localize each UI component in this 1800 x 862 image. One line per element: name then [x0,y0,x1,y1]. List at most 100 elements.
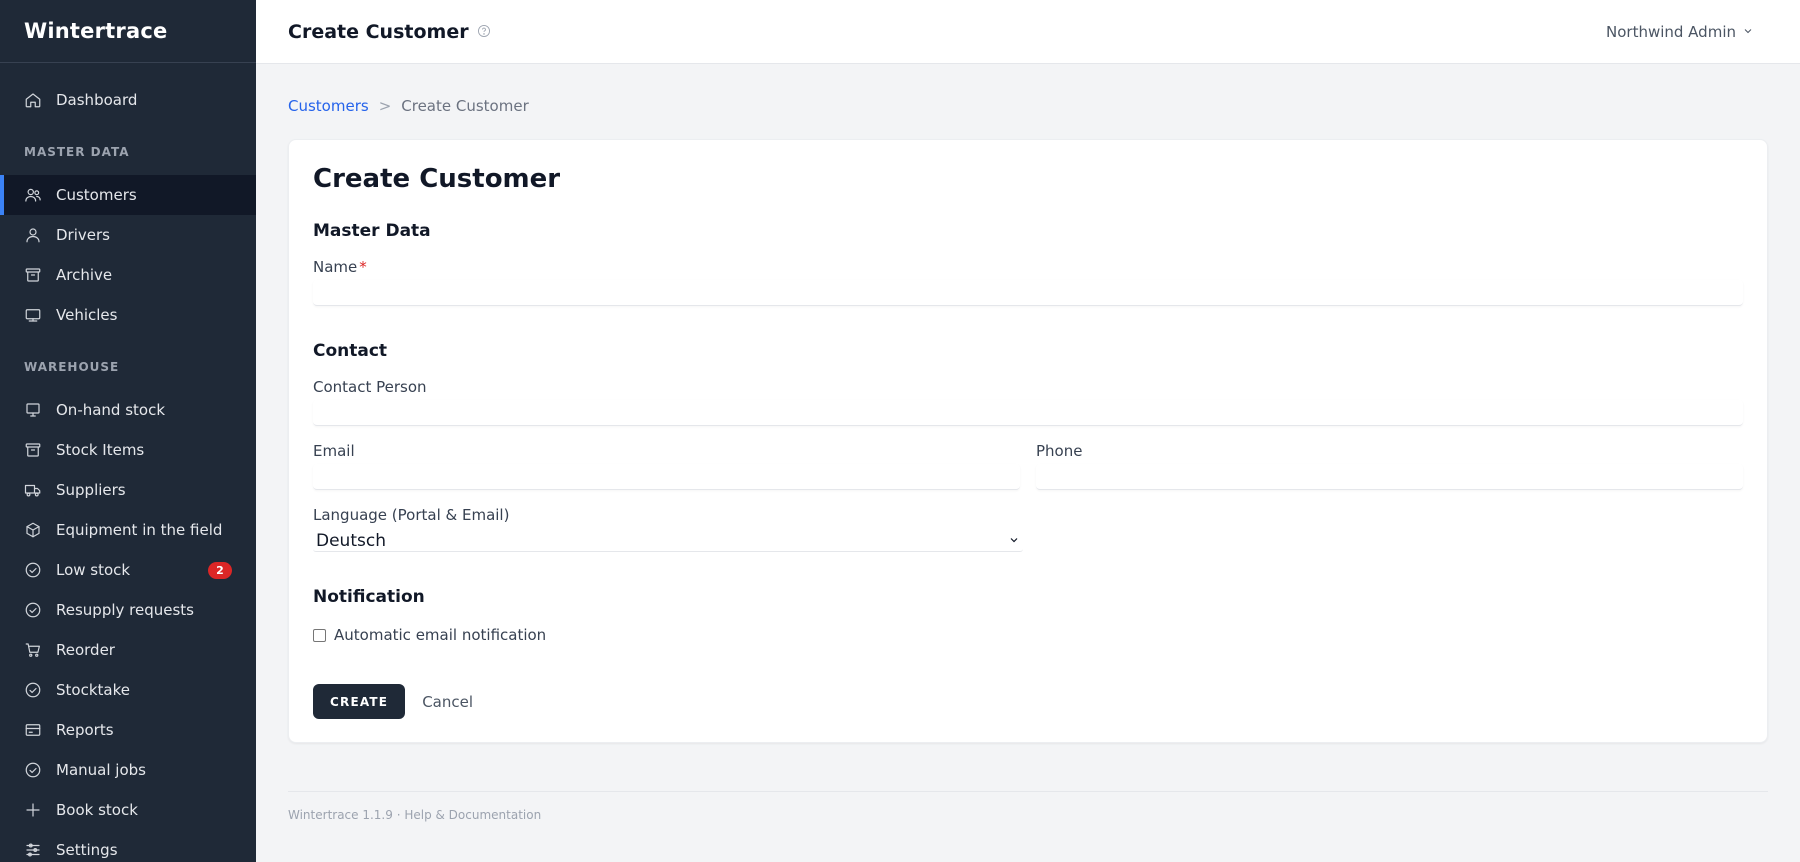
breadcrumb: Customers > Create Customer [288,97,1768,115]
sidebar-item-label: Dashboard [56,91,138,109]
section-contact: Contact [313,341,388,361]
sidebar-item-stocktake[interactable]: Stocktake [0,670,256,710]
user-name: Northwind Admin [1606,22,1736,41]
create-customer-form: Create Customer Master Data Name * Contac… [288,139,1768,743]
auto-email-label: Automatic email notification [334,626,547,644]
app-logo-text: Wintertrace [24,19,168,43]
name-field-group: Name * [313,258,1743,306]
check-circle-icon [24,561,42,579]
check-circle-icon [24,601,42,619]
contact-person-label: Contact Person [313,378,427,396]
sidebar-item-label: Low stock [56,561,131,579]
sidebar-section-master-data: MASTER DATA [24,145,130,159]
contact-person-input[interactable] [313,400,1743,426]
cancel-button[interactable]: Cancel [422,693,473,711]
sliders-icon [24,841,42,859]
form-actions: CREATE Cancel [313,684,1743,719]
sidebar-item-low-stock[interactable]: Low stock 2 [0,550,256,590]
sidebar-item-stock-items[interactable]: Stock Items [0,430,256,470]
top-bar: Create Customer Northwind Admin [256,0,1800,64]
email-phone-row: Email Phone [313,426,1743,490]
sidebar-item-dashboard[interactable]: Dashboard [0,80,256,120]
cube-icon [24,521,42,539]
name-label: Name * [313,258,1743,276]
footer-text[interactable]: Wintertrace 1.1.9 · Help & Documentation [288,808,541,822]
sidebar-item-label: Settings [56,841,118,859]
sidebar-item-label: Reorder [56,641,115,659]
truck-icon [24,306,42,324]
email-field-group: Email [313,442,1020,490]
sidebar-item-archive[interactable]: Archive [0,255,256,295]
auto-email-row: Automatic email notification [313,626,1743,644]
page-footer: Wintertrace 1.1.9 · Help & Documentation [288,791,1768,822]
sidebar-section-warehouse: WAREHOUSE [24,360,120,374]
user-icon [24,226,42,244]
user-menu[interactable]: Northwind Admin [1606,23,1754,41]
sidebar: Wintertrace Dashboard MASTER DATA Custom… [0,0,256,862]
sidebar-item-label: Archive [56,266,113,284]
archive-icon [24,266,42,284]
chevron-down-icon [1008,531,1020,551]
sidebar-item-equipment-in-the-field[interactable]: Equipment in the field [0,510,256,550]
required-mark: * [359,258,367,276]
low-stock-badge: 2 [208,562,232,579]
sidebar-item-label: Stocktake [56,681,130,699]
language-field-group: Language (Portal & Email) Deutsch [313,506,1743,552]
plus-icon [24,801,42,819]
sidebar-item-vehicles[interactable]: Vehicles [0,295,256,335]
sidebar-nav: Dashboard MASTER DATA Customers Drivers … [0,63,256,862]
section-master-data: Master Data [313,221,431,241]
archive-icon [24,441,42,459]
breadcrumb-current: Create Customer [401,97,529,115]
breadcrumb-customers-link[interactable]: Customers [288,97,369,115]
sidebar-item-label: Equipment in the field [56,521,223,539]
cart-icon [24,641,42,659]
monitor-icon [24,401,42,419]
card-icon [24,721,42,739]
breadcrumb-separator: > [378,97,392,115]
header-title: Create Customer [288,20,469,43]
help-icon[interactable] [477,23,491,37]
sidebar-item-label: Suppliers [56,481,126,499]
sidebar-item-drivers[interactable]: Drivers [0,215,256,255]
email-input[interactable] [313,464,1020,490]
sidebar-item-resupply-requests[interactable]: Resupply requests [0,590,256,630]
contact-person-field-group: Contact Person [313,378,1743,426]
sidebar-item-label: Drivers [56,226,110,244]
email-label: Email [313,442,355,460]
sidebar-item-reports[interactable]: Reports [0,710,256,750]
sidebar-item-manual-jobs[interactable]: Manual jobs [0,750,256,790]
sidebar-item-reorder[interactable]: Reorder [0,630,256,670]
form-title: Create Customer [313,164,561,194]
main-content: Customers > Create Customer Create Custo… [288,64,1768,822]
sidebar-item-label: Resupply requests [56,601,194,619]
phone-label: Phone [1036,442,1083,460]
sidebar-item-on-hand-stock[interactable]: On-hand stock [0,390,256,430]
language-select[interactable]: Deutsch [313,530,1023,552]
sidebar-item-label: Book stock [56,801,138,819]
sidebar-item-suppliers[interactable]: Suppliers [0,470,256,510]
phone-input[interactable] [1036,464,1743,490]
check-circle-icon [24,761,42,779]
sidebar-item-label: Customers [56,186,137,204]
sidebar-item-label: Stock Items [56,441,145,459]
truck-icon [24,481,42,499]
brand: Wintertrace [0,0,256,63]
users-icon [24,186,42,204]
sidebar-item-customers[interactable]: Customers [0,175,256,215]
name-label-text: Name [313,258,358,276]
create-button[interactable]: CREATE [313,684,406,719]
sidebar-item-book-stock[interactable]: Book stock [0,790,256,830]
name-input[interactable] [313,280,1743,306]
phone-field-group: Phone [1036,442,1743,490]
auto-email-checkbox[interactable] [313,628,326,642]
chevron-down-icon [1736,23,1754,41]
check-circle-icon [24,681,42,699]
section-notification: Notification [313,587,425,607]
sidebar-item-label: Reports [56,721,114,739]
home-icon [24,91,42,109]
sidebar-item-settings[interactable]: Settings [0,830,256,862]
language-selected-value: Deutsch [316,530,386,551]
language-label: Language (Portal & Email) [313,506,510,524]
sidebar-item-label: On-hand stock [56,401,166,419]
